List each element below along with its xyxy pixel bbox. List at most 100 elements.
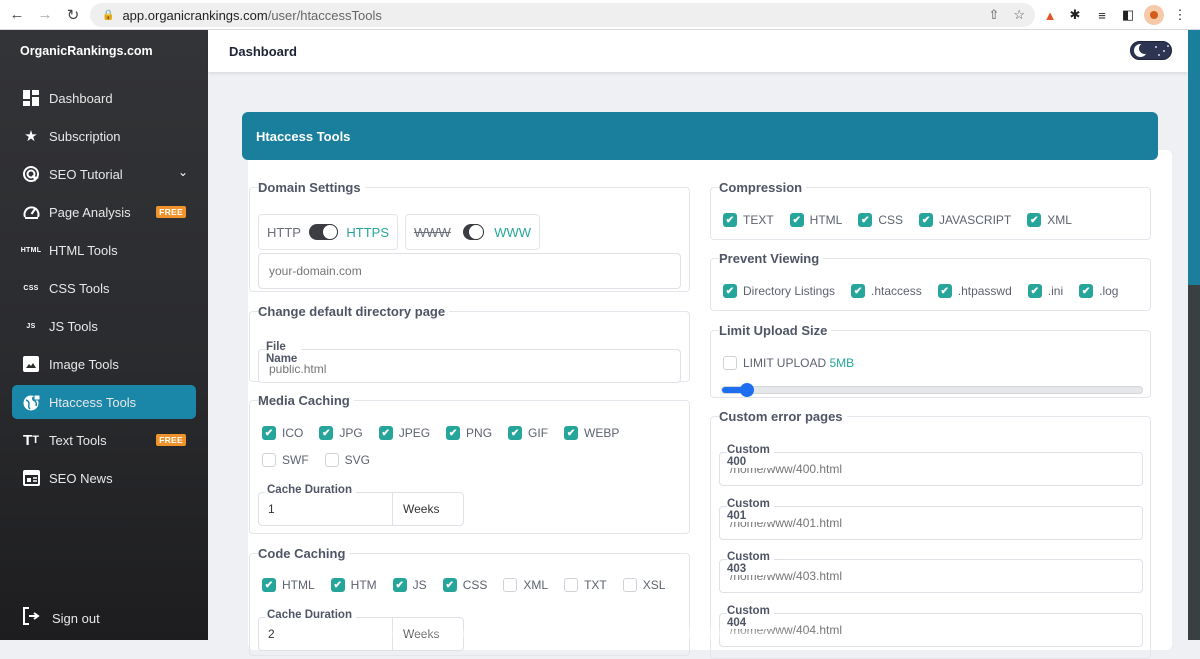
share-icon[interactable]: ⇧ bbox=[988, 7, 999, 23]
sidebar-item-image-tools[interactable]: Image Tools bbox=[12, 347, 196, 381]
star-dot-icon bbox=[1155, 46, 1157, 48]
sidebar-item-js-tools[interactable]: JS JS Tools bbox=[12, 309, 196, 343]
code-options-row: ✔ HTML ✔ HTM ✔ JS ✔ CSS XML TXT XSL bbox=[262, 578, 681, 592]
sidebar-item-htaccess-tools[interactable]: Htaccess Tools bbox=[12, 385, 196, 419]
checkbox-label: WEBP bbox=[584, 426, 620, 440]
checkbox-label: XML bbox=[523, 578, 549, 592]
sign-out-button[interactable]: Sign out bbox=[22, 607, 100, 630]
extensions-puzzle-icon[interactable]: ✱ bbox=[1065, 5, 1085, 25]
sidebar-item-text-tools[interactable]: TT Text Tools FREE bbox=[12, 423, 196, 457]
sidebar-item-css-tools[interactable]: CSS CSS Tools bbox=[12, 271, 196, 305]
checkbox-jpg[interactable]: ✔ JPG bbox=[319, 426, 363, 440]
reload-icon[interactable]: ↻ bbox=[62, 4, 84, 26]
checkbox-css[interactable]: ✔ CSS bbox=[858, 213, 903, 227]
reading-list-icon[interactable]: ≡ bbox=[1092, 5, 1112, 25]
more-menu-icon[interactable]: ⋮ bbox=[1170, 5, 1190, 25]
free-badge: FREE bbox=[156, 434, 186, 446]
custom-403-input[interactable] bbox=[719, 559, 1143, 593]
section-title: Media Caching bbox=[258, 393, 350, 408]
forward-icon[interactable]: → bbox=[34, 4, 56, 26]
checkbox-htpasswd[interactable]: ✔ .htpasswd bbox=[937, 284, 1012, 298]
checkbox-text[interactable]: ✔ TEXT bbox=[723, 213, 774, 227]
no-www-label: WWW bbox=[414, 224, 451, 240]
sidebar-item-page-analysis[interactable]: Page Analysis FREE bbox=[12, 195, 196, 229]
checkbox-html[interactable]: ✔ HTML bbox=[262, 578, 315, 592]
checkbox-txt[interactable]: TXT bbox=[564, 578, 607, 592]
slider-handle[interactable] bbox=[740, 383, 755, 397]
checkbox-html[interactable]: ✔ HTML bbox=[789, 213, 842, 227]
file-name-input[interactable] bbox=[258, 349, 681, 383]
checkbox-xsl[interactable]: XSL bbox=[622, 578, 665, 592]
compression-options-row: ✔ TEXT ✔ HTML ✔ CSS ✔ JAVASCRIPT ✔ XML bbox=[723, 213, 1088, 227]
checkbox-ini[interactable]: ✔ .ini bbox=[1027, 284, 1063, 298]
checkbox-js[interactable]: ✔ JS bbox=[392, 578, 427, 592]
section-title: Domain Settings bbox=[258, 180, 361, 195]
sidebar-item-label: Image Tools bbox=[49, 356, 119, 372]
bookmark-star-icon[interactable]: ☆ bbox=[1013, 7, 1025, 23]
checkbox-gif[interactable]: ✔ GIF bbox=[508, 426, 548, 440]
error-pages-section: Custom error pages Custom 400 Custom 401… bbox=[710, 409, 1151, 659]
field-label: File Name bbox=[266, 341, 302, 365]
chevron-down-icon[interactable]: ⌄ bbox=[178, 165, 188, 179]
target-click-icon bbox=[22, 165, 40, 183]
checkbox-htaccess[interactable]: ✔ .htaccess bbox=[851, 284, 922, 298]
sidebar-item-seo-news[interactable]: SEO News bbox=[12, 461, 196, 495]
theme-toggle[interactable] bbox=[1130, 41, 1172, 60]
checkbox-directory-listings[interactable]: ✔ Directory Listings bbox=[723, 284, 835, 298]
profile-avatar-icon[interactable] bbox=[1144, 5, 1164, 25]
checkbox-checked-icon: ✔ bbox=[262, 426, 276, 440]
checkbox-label: ICO bbox=[282, 426, 304, 440]
top-bar: Dashboard bbox=[208, 30, 1188, 72]
www-switch[interactable] bbox=[462, 224, 485, 240]
scrollbar-thumb[interactable] bbox=[1188, 30, 1200, 285]
checkbox-checked-icon: ✔ bbox=[564, 426, 579, 440]
custom-400-input[interactable] bbox=[719, 452, 1143, 486]
limit-upload-checkbox[interactable]: LIMIT UPLOAD 5MB bbox=[723, 356, 854, 370]
checkbox-htm[interactable]: ✔ HTM bbox=[330, 578, 377, 592]
checkbox-label: .log bbox=[1099, 284, 1119, 298]
custom-401-input[interactable] bbox=[719, 506, 1143, 540]
checkbox-checked-icon: ✔ bbox=[319, 426, 334, 440]
sidebar-item-subscription[interactable]: ★ Subscription bbox=[12, 119, 196, 153]
checkbox-svg[interactable]: SVG bbox=[324, 453, 370, 467]
page-title: Dashboard bbox=[229, 44, 297, 59]
checkbox-label: JPG bbox=[339, 426, 363, 440]
checkbox-checked-icon: ✔ bbox=[789, 213, 804, 227]
https-switch[interactable] bbox=[308, 224, 339, 240]
checkbox-swf[interactable]: SWF bbox=[262, 453, 309, 467]
brand-logo[interactable]: OrganicRankings.com bbox=[20, 44, 153, 58]
checkbox-css[interactable]: ✔ CSS bbox=[442, 578, 487, 592]
duration-value-input[interactable]: 1 bbox=[259, 493, 393, 525]
sidebar-item-seo-tutorial[interactable]: SEO Tutorial ⌄ bbox=[12, 157, 196, 191]
sidebar: OrganicRankings.com Dashboard ★ Subscrip… bbox=[0, 30, 208, 640]
media-options-row: SWF SVG bbox=[262, 453, 386, 467]
star-dot-icon bbox=[1158, 54, 1160, 56]
checkbox-log[interactable]: ✔ .log bbox=[1079, 284, 1118, 298]
checkbox-png[interactable]: ✔ PNG bbox=[446, 426, 492, 440]
checkbox-jpeg[interactable]: ✔ JPEG bbox=[378, 426, 430, 440]
page-scrollbar[interactable] bbox=[1188, 30, 1200, 640]
sidebar-item-html-tools[interactable]: HTML HTML Tools bbox=[12, 233, 196, 267]
back-icon[interactable]: ← bbox=[6, 4, 28, 26]
checkbox-label: TEXT bbox=[743, 213, 774, 227]
domain-input[interactable] bbox=[258, 253, 681, 289]
field-label: Custom 403 bbox=[727, 551, 774, 575]
checkbox-xml[interactable]: ✔ XML bbox=[1027, 213, 1072, 227]
checkbox-webp[interactable]: ✔ WEBP bbox=[564, 426, 619, 440]
side-panel-icon[interactable]: ◧ bbox=[1118, 5, 1138, 25]
checkbox-label: GIF bbox=[528, 426, 549, 440]
upload-size-slider[interactable] bbox=[721, 383, 1143, 397]
extension-lighthouse-icon[interactable]: ▲ bbox=[1040, 5, 1060, 25]
checkbox-ico[interactable]: ✔ ICO bbox=[262, 426, 303, 440]
sidebar-menu: Dashboard ★ Subscription SEO Tutorial ⌄ … bbox=[12, 81, 196, 499]
checkbox-javascript[interactable]: ✔ JAVASCRIPT bbox=[919, 213, 1011, 227]
checkbox-xml[interactable]: XML bbox=[503, 578, 548, 592]
star-dot-icon bbox=[1163, 50, 1165, 52]
media-caching-section: Media Caching ✔ ICO ✔ JPG ✔ JPEG ✔ PNG ✔ GIF ✔ WEBP… bbox=[249, 393, 690, 534]
prevent-options-row: ✔ Directory Listings ✔ .htaccess ✔ .htpasswd ✔… bbox=[723, 284, 1134, 298]
upload-limit-section: Limit Upload Size LIMIT UPLOAD 5MB bbox=[710, 323, 1151, 398]
card-title: Htaccess Tools bbox=[242, 112, 1158, 160]
duration-unit-select[interactable]: Weeks bbox=[393, 493, 455, 525]
sidebar-item-dashboard[interactable]: Dashboard bbox=[12, 81, 196, 115]
address-bar[interactable]: 🔒 app.organicrankings.com/user/htaccessT… bbox=[90, 3, 1035, 27]
